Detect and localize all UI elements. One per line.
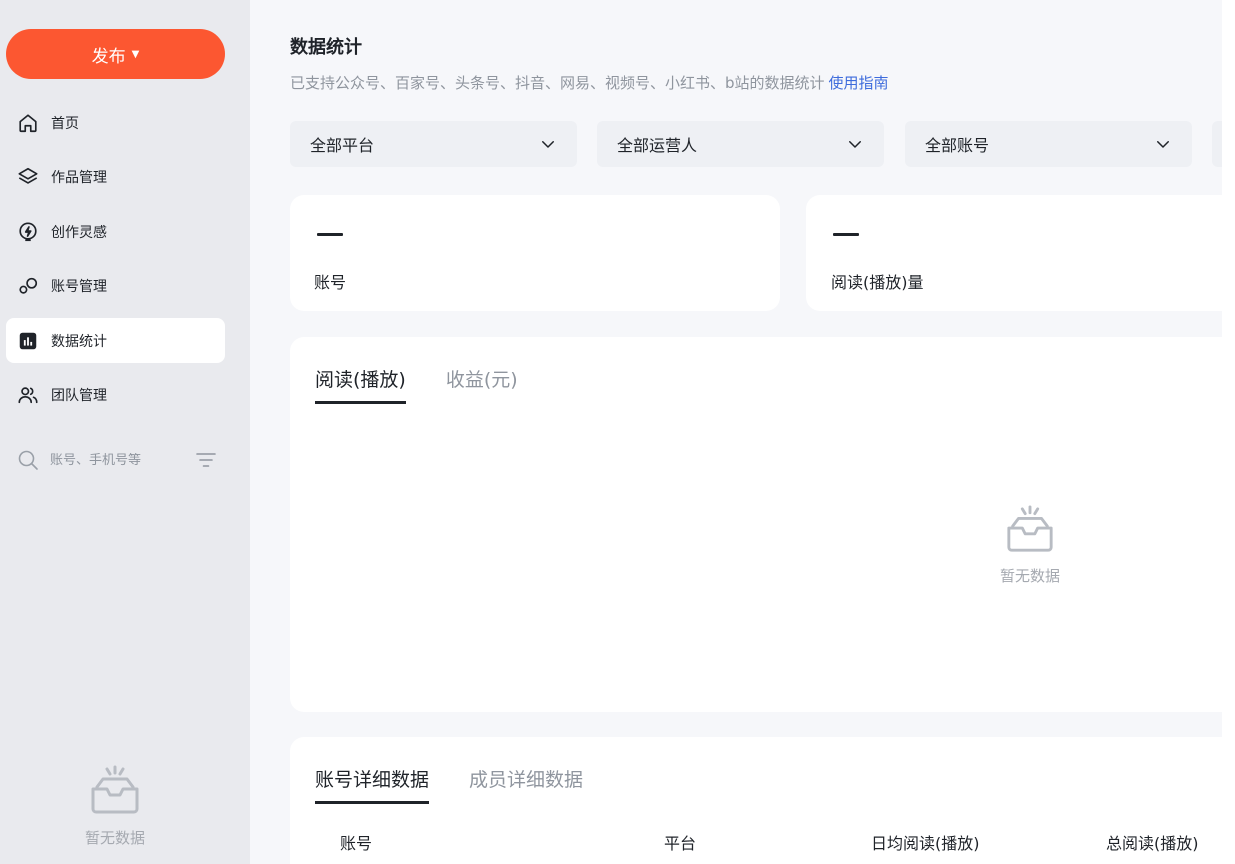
chart-tabs: 阅读(播放) 收益(元)	[315, 365, 558, 404]
supported-platforms-text: 已支持公众号、百家号、头条号、抖音、网易、视频号、小红书、b站的数据统计	[290, 74, 825, 92]
stat-card-accounts: 账号	[290, 195, 780, 311]
tab-reads[interactable]: 阅读(播放)	[315, 365, 406, 404]
caret-down-icon: ▼	[131, 48, 140, 60]
lightning-icon	[17, 221, 39, 243]
operator-select[interactable]: 全部运营人	[597, 121, 884, 167]
trend-chart-card: 阅读(播放) 收益(元)	[290, 337, 1235, 712]
team-icon	[17, 384, 39, 406]
sidebar-item-label: 数据统计	[51, 333, 107, 350]
detail-data-card: 账号详细数据 成员详细数据	[290, 737, 1235, 864]
chevron-down-icon	[542, 141, 554, 148]
page-title: 数据统计	[290, 37, 362, 58]
right-edge-strip	[1222, 0, 1235, 864]
search-icon	[18, 450, 38, 470]
account-search	[16, 447, 218, 473]
empty-text: 暂无数据	[999, 567, 1060, 585]
sidebar-nav: 首页 作品管理 创作灵感 账号管理 数据统计 团队管理	[6, 100, 225, 428]
detail-tabs: 账号详细数据 成员详细数据	[315, 765, 623, 804]
sidebar-item-statistics[interactable]: 数据统计	[6, 318, 225, 364]
column-header-total-reads[interactable]: 总阅读(播放)	[1106, 830, 1199, 854]
filter-bar: 全部平台 全部运营人 全部账号	[290, 121, 1235, 167]
tab-member-details[interactable]: 成员详细数据	[469, 765, 583, 804]
stat-value-empty	[833, 233, 859, 236]
account-select-value: 全部账号	[925, 136, 990, 155]
empty-inbox-icon	[91, 765, 139, 814]
sidebar-empty-state: 暂无数据	[60, 765, 170, 848]
stat-label: 阅读(播放)量	[831, 273, 924, 292]
column-header-daily-reads[interactable]: 日均阅读(播放)	[871, 830, 980, 854]
app-root: 发布 ▼ 首页 作品管理 创作灵感 账号管理 数据统计 团队管理 账号、手机号等…	[0, 0, 1235, 864]
sidebar-item-accounts[interactable]: 账号管理	[6, 264, 225, 309]
publish-button-label: 发布	[91, 46, 126, 67]
layers-icon	[17, 166, 39, 188]
column-header-account: 账号	[340, 834, 373, 853]
sidebar-item-label: 作品管理	[51, 170, 107, 187]
page-subtitle: 已支持公众号、百家号、头条号、抖音、网易、视频号、小红书、b站的数据统计 使用指南	[290, 72, 889, 93]
empty-text: 暂无数据	[84, 829, 145, 847]
bar-chart-icon	[17, 330, 39, 352]
account-search-input[interactable]	[50, 452, 180, 468]
home-icon	[17, 112, 39, 134]
sidebar-item-inspiration[interactable]: 创作灵感	[6, 209, 225, 254]
main-content: 数据统计 已支持公众号、百家号、头条号、抖音、网易、视频号、小红书、b站的数据统…	[250, 0, 1235, 864]
tab-account-details[interactable]: 账号详细数据	[315, 765, 430, 804]
sidebar-item-label: 团队管理	[51, 388, 107, 405]
chart-empty-state: 暂无数据	[970, 505, 1090, 586]
sidebar-item-team[interactable]: 团队管理	[6, 373, 225, 418]
sidebar-item-label: 首页	[51, 115, 79, 132]
sidebar-item-works[interactable]: 作品管理	[6, 155, 225, 200]
stat-card-reads: 阅读(播放)量	[806, 195, 1235, 311]
operator-select-value: 全部运营人	[617, 136, 698, 155]
account-circles-icon	[17, 275, 39, 297]
account-select[interactable]: 全部账号	[905, 121, 1192, 167]
platform-select[interactable]: 全部平台	[290, 121, 577, 167]
sidebar: 发布 ▼ 首页 作品管理 创作灵感 账号管理 数据统计 团队管理 账号、手机号等…	[0, 0, 250, 864]
empty-inbox-icon	[1007, 505, 1053, 552]
sidebar-item-label: 创作灵感	[51, 224, 107, 241]
chevron-down-icon	[849, 141, 861, 148]
stat-value-empty	[317, 233, 343, 236]
stat-label: 账号	[314, 273, 347, 292]
column-header-platform: 平台	[664, 834, 697, 853]
publish-button[interactable]: 发布 ▼	[6, 29, 225, 79]
usage-guide-link[interactable]: 使用指南	[829, 74, 889, 92]
sidebar-item-home[interactable]: 首页	[6, 100, 225, 145]
tab-revenue[interactable]: 收益(元)	[446, 365, 518, 404]
sidebar-item-label: 账号管理	[51, 279, 107, 296]
chevron-down-icon	[1157, 141, 1169, 148]
filter-icon[interactable]	[194, 448, 218, 472]
platform-select-value: 全部平台	[310, 136, 375, 155]
